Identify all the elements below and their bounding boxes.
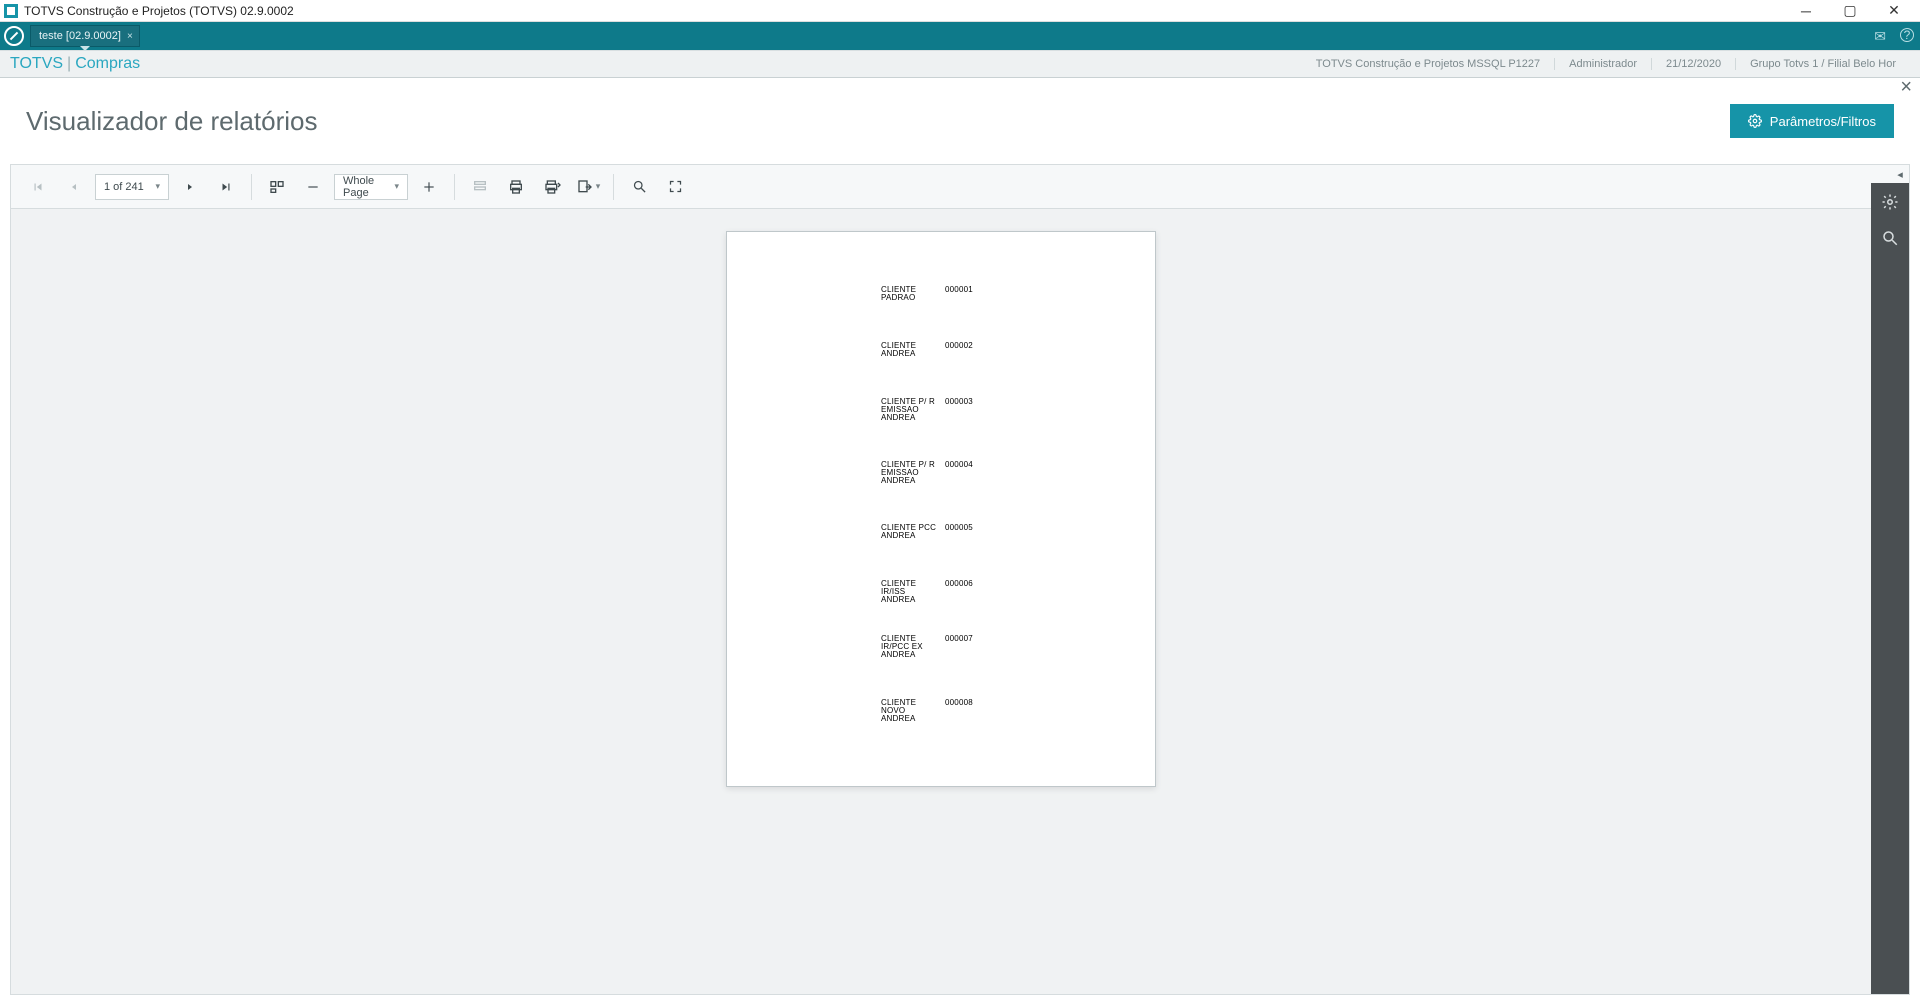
chevron-down-icon: ▾ xyxy=(155,181,160,192)
report-row: CLIENTE ANDREA 000002 xyxy=(881,342,1121,358)
page-number-field[interactable]: 1 of 241 ▾ xyxy=(95,174,169,200)
report-row-code: 000005 xyxy=(945,524,973,532)
report-row-code: 000008 xyxy=(945,699,973,707)
app-icon xyxy=(4,4,18,18)
status-date: 21/12/2020 xyxy=(1651,58,1735,70)
chevron-down-icon: ▾ xyxy=(596,181,601,192)
report-row-name: CLIENTE P/ R EMISSAO ANDREA xyxy=(881,398,941,422)
titlebar-left: TOTVS Construção e Projetos (TOTVS) 02.9… xyxy=(4,4,294,18)
page-number-display: 1 of 241 xyxy=(104,181,144,193)
report-row-code: 000004 xyxy=(945,461,973,469)
status-cells: TOTVS Construção e Projetos MSSQL P1227 … xyxy=(1302,58,1910,70)
status-env: TOTVS Construção e Projetos MSSQL P1227 xyxy=(1302,58,1554,70)
report-row: CLIENTE IR/PCC EX ANDREA 000007 xyxy=(881,635,1121,659)
report-row-code: 000007 xyxy=(945,635,973,643)
viewer-toolbar: 1 of 241 ▾ Whole Page ▾ xyxy=(11,165,1909,209)
content-header: Visualizador de relatórios Parâmetros/Fi… xyxy=(0,78,1920,164)
window-title: TOTVS Construção e Projetos (TOTVS) 02.9… xyxy=(24,4,294,18)
report-row-name: CLIENTE ANDREA xyxy=(881,342,941,358)
toolbar-separator xyxy=(454,174,455,200)
page-title: Visualizador de relatórios xyxy=(26,106,317,137)
next-page-button[interactable] xyxy=(175,172,205,202)
report-row: CLIENTE PADRAO 000001 xyxy=(881,286,1121,302)
report-row-name: CLIENTE P/ R EMISSAO ANDREA xyxy=(881,461,941,485)
tabstrip-right: ✉ ? xyxy=(1874,28,1914,45)
report-canvas[interactable]: CLIENTE PADRAO 000001 CLIENTE ANDREA 000002… xyxy=(11,209,1871,994)
report-row-name: CLIENTE NOVO ANDREA xyxy=(881,699,941,723)
toolbar-separator xyxy=(251,174,252,200)
print-button[interactable] xyxy=(501,172,531,202)
report-row-name: CLIENTE PADRAO xyxy=(881,286,941,302)
tabstrip-left: teste [02.9.0002] × xyxy=(4,22,140,50)
tab-close-icon[interactable]: × xyxy=(127,31,133,42)
parameters-button[interactable]: Parâmetros/Filtros xyxy=(1730,104,1894,138)
report-row: CLIENTE NOVO ANDREA 000008 xyxy=(881,699,1121,723)
report-row-name: CLIENTE IR/PCC EX ANDREA xyxy=(881,635,941,659)
gear-icon xyxy=(1748,114,1762,128)
prev-page-button[interactable] xyxy=(59,172,89,202)
first-page-button[interactable] xyxy=(23,172,53,202)
breadcrumb-brand: TOTVS xyxy=(10,55,63,73)
collapse-right-panel-button[interactable]: ◂ xyxy=(1891,165,1909,183)
report-row: CLIENTE IR/ISS ANDREA 000006 xyxy=(881,580,1121,604)
report-row: CLIENTE PCC ANDREA 000005 xyxy=(881,524,1121,540)
report-row-code: 000006 xyxy=(945,580,973,588)
report-viewer: 1 of 241 ▾ Whole Page ▾ xyxy=(10,164,1910,995)
status-user: Administrador xyxy=(1554,58,1651,70)
side-rail xyxy=(1871,183,1909,994)
status-company: Grupo Totvs 1 / Filial Belo Hor xyxy=(1735,58,1910,70)
breadcrumb-separator: | xyxy=(67,55,71,73)
breadcrumb-module[interactable]: Compras xyxy=(75,55,140,73)
app-menu-icon[interactable] xyxy=(4,26,24,46)
fullscreen-button[interactable] xyxy=(660,172,690,202)
bookmarks-button[interactable] xyxy=(465,172,495,202)
search-rail-button[interactable] xyxy=(1881,229,1899,247)
help-icon[interactable]: ? xyxy=(1900,28,1914,42)
settings-rail-button[interactable] xyxy=(1881,193,1899,211)
maximize-button[interactable]: ▢ xyxy=(1828,0,1872,22)
tab-active-indicator xyxy=(80,46,90,51)
multipage-view-button[interactable] xyxy=(262,172,292,202)
zoom-level-field[interactable]: Whole Page ▾ xyxy=(334,174,408,200)
export-button[interactable]: ▾ xyxy=(573,172,603,202)
chevron-down-icon: ▾ xyxy=(394,181,399,192)
panel-close-icon[interactable]: × xyxy=(1900,76,1912,99)
report-row-code: 000001 xyxy=(945,286,973,294)
breadcrumb: TOTVS | Compras xyxy=(10,55,140,73)
window-titlebar: TOTVS Construção e Projetos (TOTVS) 02.9… xyxy=(0,0,1920,22)
parameters-button-label: Parâmetros/Filtros xyxy=(1770,114,1876,129)
report-row-name: CLIENTE IR/ISS ANDREA xyxy=(881,580,941,604)
close-window-button[interactable]: ✕ xyxy=(1872,0,1916,22)
report-page: CLIENTE PADRAO 000001 CLIENTE ANDREA 000002… xyxy=(726,231,1156,787)
report-row-code: 000003 xyxy=(945,398,973,406)
quick-print-button[interactable] xyxy=(537,172,567,202)
report-row-code: 000002 xyxy=(945,342,973,350)
app-tabstrip: teste [02.9.0002] × ✉ ? xyxy=(0,22,1920,50)
tab-label: teste [02.9.0002] xyxy=(39,30,121,42)
document-tab[interactable]: teste [02.9.0002] × xyxy=(30,25,140,47)
minimize-button[interactable]: ─ xyxy=(1784,0,1828,22)
breadcrumb-bar: TOTVS | Compras TOTVS Construção e Proje… xyxy=(0,50,1920,78)
search-button[interactable] xyxy=(624,172,654,202)
report-row: CLIENTE P/ R EMISSAO ANDREA 000003 xyxy=(881,398,1121,422)
report-row: CLIENTE P/ R EMISSAO ANDREA 000004 xyxy=(881,461,1121,485)
zoom-out-button[interactable] xyxy=(298,172,328,202)
zoom-in-button[interactable] xyxy=(414,172,444,202)
mail-icon[interactable]: ✉ xyxy=(1874,28,1886,45)
window-controls: ─ ▢ ✕ xyxy=(1784,0,1916,22)
last-page-button[interactable] xyxy=(211,172,241,202)
report-row-name: CLIENTE PCC ANDREA xyxy=(881,524,941,540)
zoom-level-display: Whole Page xyxy=(343,175,386,199)
toolbar-separator xyxy=(613,174,614,200)
